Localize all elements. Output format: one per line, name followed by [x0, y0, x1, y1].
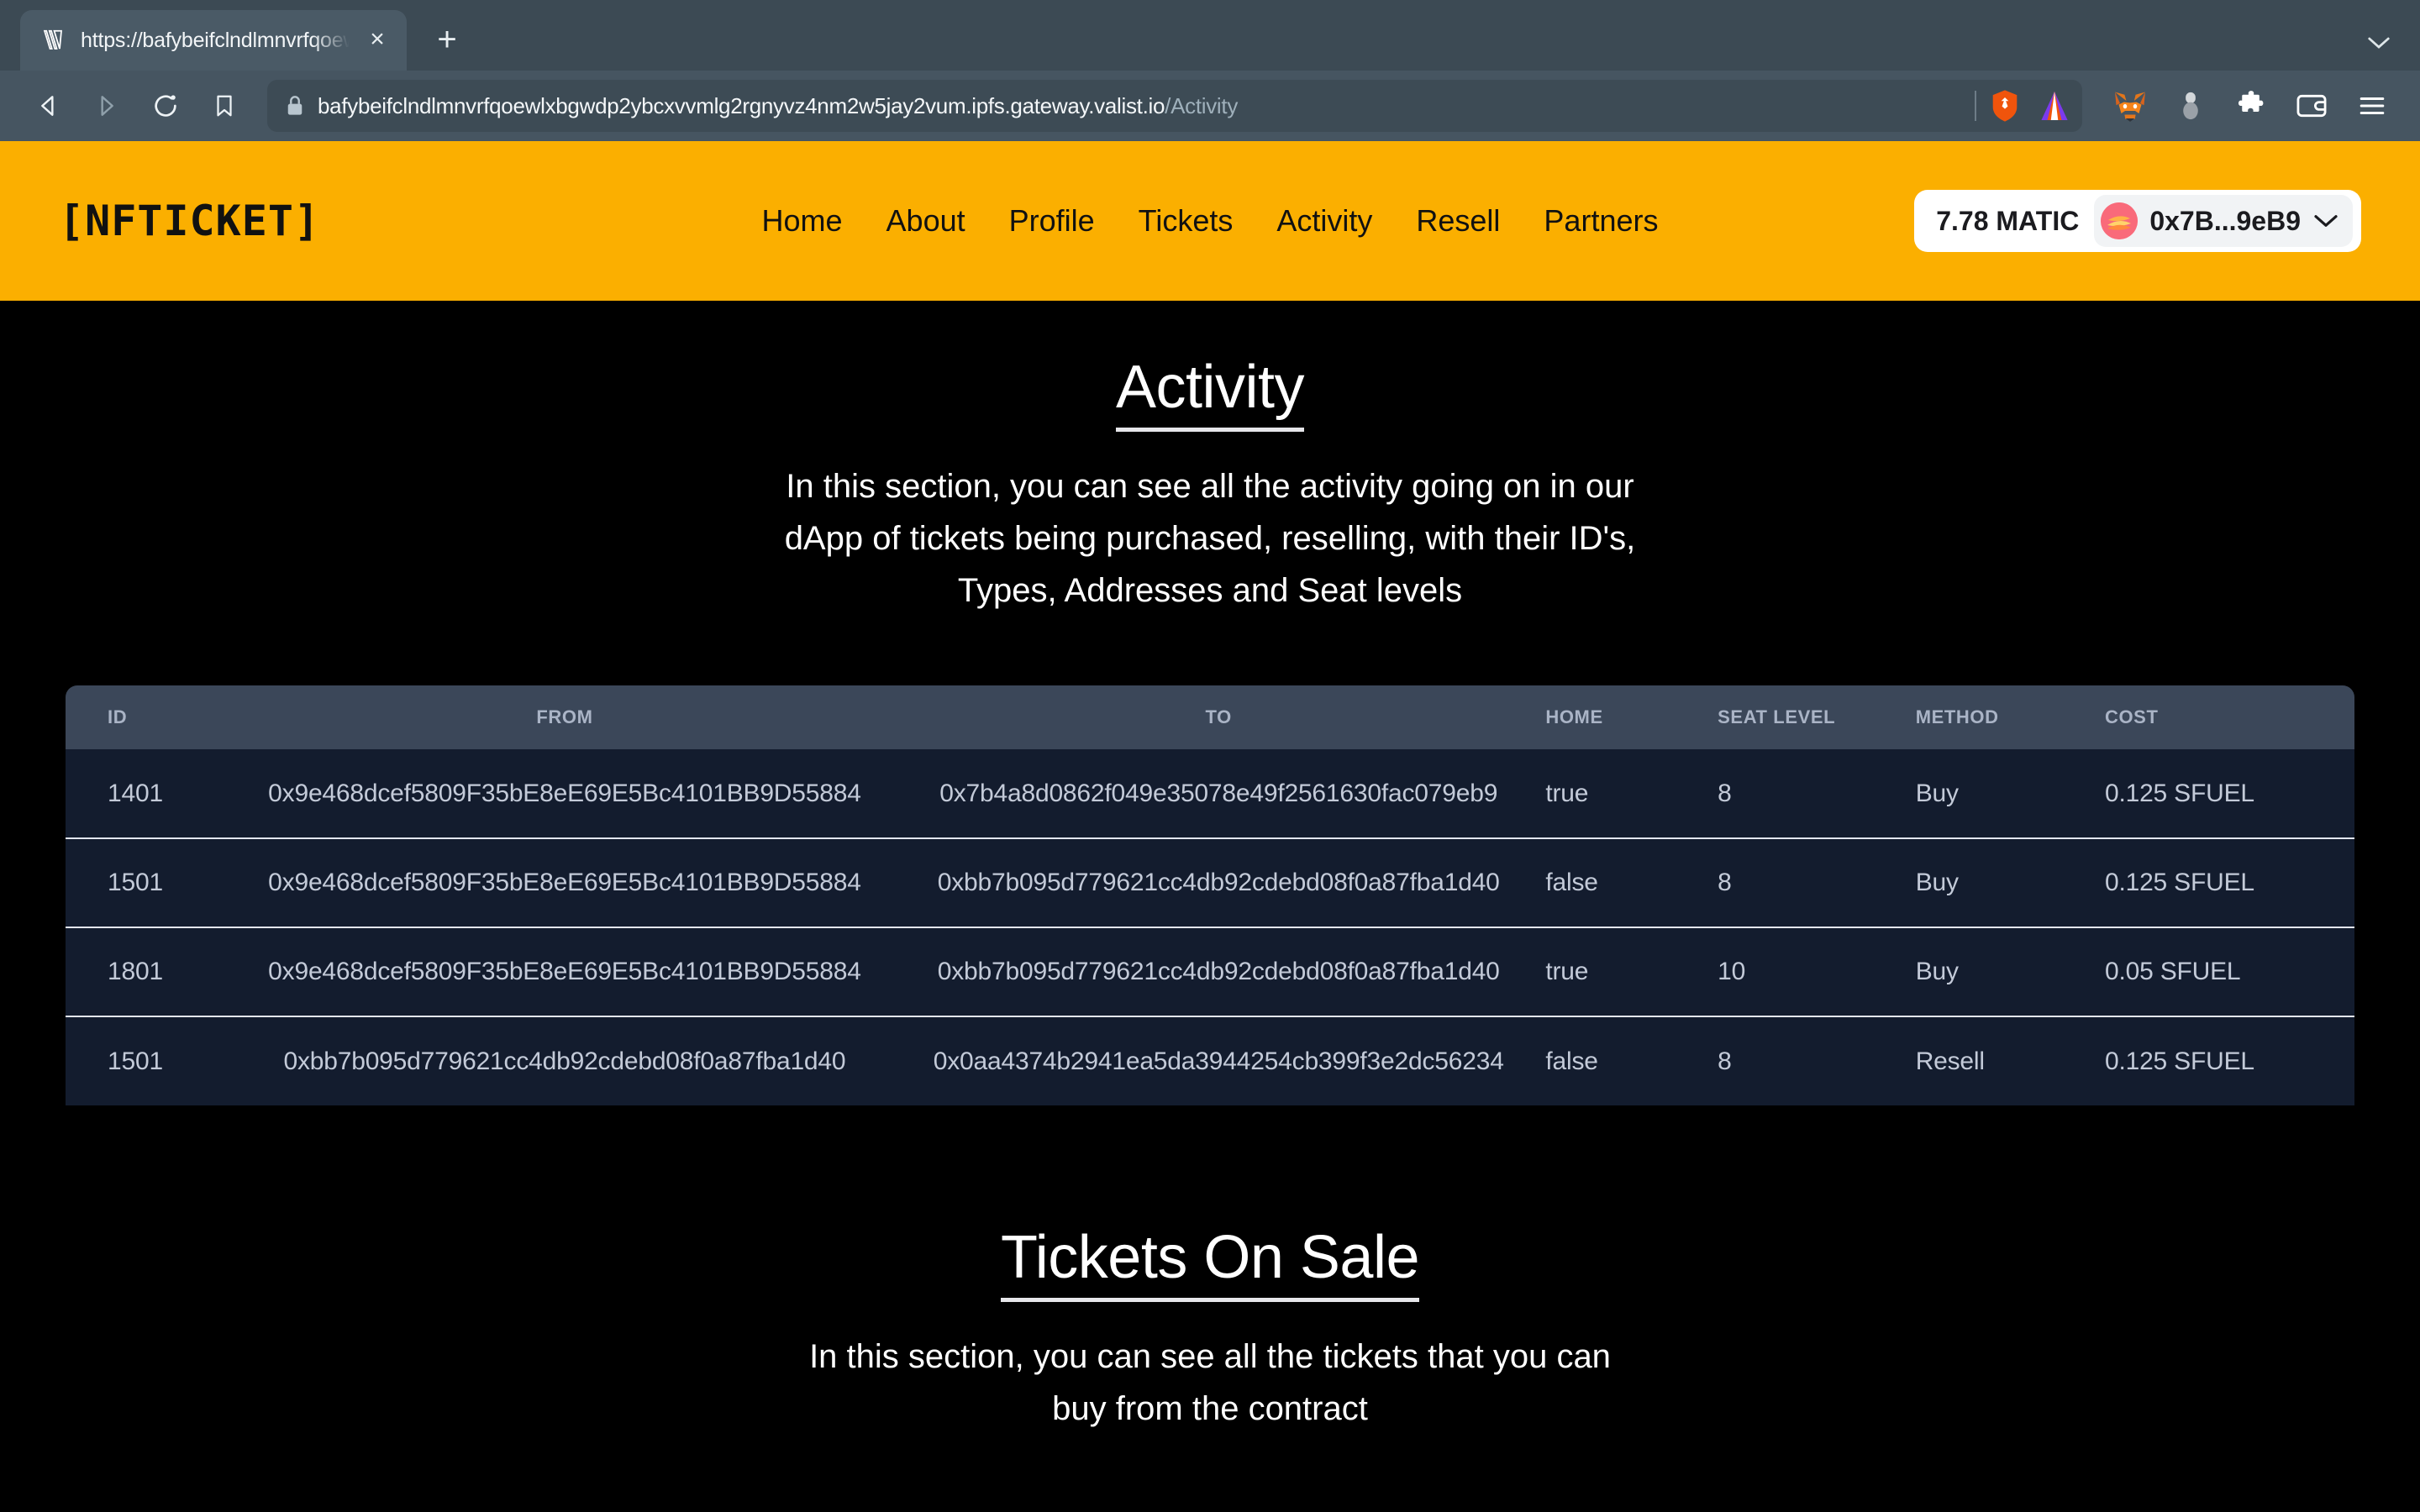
column-header-home[interactable]: HOME: [1545, 685, 1718, 749]
reload-icon[interactable]: [139, 80, 192, 132]
address-bar-url: bafybeifclndlmnvrfqoewlxbgwdp2ybcxvvmlg2…: [318, 93, 1961, 119]
cell-cost: 0.125 SFUEL: [2104, 779, 2254, 807]
column-header-method[interactable]: METHOD: [1916, 685, 2105, 749]
activity-table-element: ID FROM TO HOME SEAT LEVEL METHOD COST 1…: [66, 685, 2354, 1105]
tab-strip: https://bafybeifclndlmnvrfqoew × +: [0, 0, 2420, 71]
cell-seat-level: 8: [1718, 869, 1732, 896]
table-body: 1401 0x9e468dcef5809F35bE8eE69E5Bc4101BB…: [66, 749, 2354, 1105]
cell-home: false: [1545, 869, 1598, 896]
cell-seat-level: 8: [1718, 1047, 1732, 1075]
cell-home: false: [1545, 1047, 1598, 1075]
site-header: [NFTICKET] Home About Profile Tickets Ac…: [0, 141, 2420, 301]
chevron-down-icon[interactable]: [2366, 29, 2391, 57]
chevron-down-icon[interactable]: [2312, 213, 2339, 229]
activity-description: In this section, you can see all the act…: [784, 468, 1636, 609]
cell-from: 0x9e468dcef5809F35bE8eE69E5Bc4101BB9D558…: [268, 779, 861, 807]
brave-leo-icon[interactable]: [2040, 90, 2069, 122]
wallet-account[interactable]: 0x7B...9eB9: [2094, 195, 2353, 247]
back-arrow-icon[interactable]: [22, 80, 74, 132]
activity-title-text: Activity: [1115, 354, 1305, 432]
cell-method: Buy: [1915, 869, 1959, 896]
extensions-puzzle-icon[interactable]: [2225, 80, 2277, 132]
cell-cost: 0.125 SFUEL: [2104, 869, 2254, 896]
tab-title: https://bafybeifclndlmnvrfqoew: [81, 28, 350, 52]
cell-method: Resell: [1915, 1047, 1985, 1075]
avatar: [2101, 202, 2139, 239]
cell-to: 0xbb7b095d779621cc4db92cdebd08f0a87fba1d…: [937, 869, 1500, 896]
address-bar[interactable]: bafybeifclndlmnvrfqoewlxbgwdp2ybcxvvmlg2…: [267, 80, 2082, 132]
nav-link-resell[interactable]: Resell: [1416, 203, 1500, 239]
bookmark-icon[interactable]: [198, 80, 250, 132]
nav-link-partners[interactable]: Partners: [1544, 203, 1658, 239]
wallet-icon[interactable]: [2286, 80, 2338, 132]
column-header-seat-level[interactable]: SEAT LEVEL: [1718, 685, 1916, 749]
sale-title-text: Tickets On Sale: [1000, 1224, 1420, 1302]
nav-link-about[interactable]: About: [886, 203, 965, 239]
cell-to: 0xbb7b095d779621cc4db92cdebd08f0a87fba1d…: [937, 958, 1500, 985]
nav-link-activity[interactable]: Activity: [1276, 203, 1372, 239]
table-row[interactable]: 1801 0x9e468dcef5809F35bE8eE69E5Bc4101BB…: [66, 927, 2354, 1016]
tab-close-icon[interactable]: ×: [363, 26, 392, 55]
cell-from: 0xbb7b095d779621cc4db92cdebd08f0a87fba1d…: [283, 1047, 846, 1075]
browser-navigation-bar: bafybeifclndlmnvrfqoewlxbgwdp2ybcxvvmlg2…: [0, 71, 2420, 141]
table-head: ID FROM TO HOME SEAT LEVEL METHOD COST: [66, 685, 2354, 749]
nav-link-home[interactable]: Home: [762, 203, 843, 239]
url-host: bafybeifclndlmnvrfqoewlxbgwdp2ybcxvvmlg2…: [318, 92, 1165, 118]
cell-to: 0x0aa4374b2941ea5da3944254cb399f3e2dc562…: [933, 1047, 1504, 1075]
cell-cost: 0.05 SFUEL: [2104, 958, 2241, 985]
page-body: Activity In this section, you can see al…: [0, 301, 2420, 1468]
table-row[interactable]: 1501 0x9e468dcef5809F35bE8eE69E5Bc4101BB…: [66, 838, 2354, 927]
valist-v-icon: [39, 26, 67, 55]
table-row[interactable]: 1501 0xbb7b095d779621cc4db92cdebd08f0a87…: [66, 1016, 2354, 1105]
wallet-widget[interactable]: 7.78 MATIC 0x7B...9eB9: [1914, 190, 2361, 252]
hamburger-menu-icon[interactable]: [2346, 80, 2398, 132]
metamask-fox-icon[interactable]: [2104, 80, 2156, 132]
cell-id: 1401: [108, 779, 163, 807]
sale-title: Tickets On Sale: [0, 1223, 2420, 1302]
cell-method: Buy: [1915, 958, 1959, 985]
cell-from: 0x9e468dcef5809F35bE8eE69E5Bc4101BB9D558…: [268, 869, 861, 896]
browser-chrome: https://bafybeifclndlmnvrfqoew × + bafyb…: [0, 0, 2420, 141]
wallet-address: 0x7B...9eB9: [2149, 205, 2301, 236]
activity-table: ID FROM TO HOME SEAT LEVEL METHOD COST 1…: [66, 685, 2354, 1105]
omnibox-divider: [1975, 91, 1976, 121]
new-tab-button[interactable]: +: [422, 15, 472, 66]
table-header-row: ID FROM TO HOME SEAT LEVEL METHOD COST: [66, 685, 2354, 749]
nav-link-tickets[interactable]: Tickets: [1139, 203, 1234, 239]
column-header-id[interactable]: ID: [66, 685, 238, 749]
activity-section: Activity In this section, you can see al…: [0, 353, 2420, 1105]
cell-to: 0x7b4a8d0862f049e35078e49f2561630fac079e…: [939, 779, 1498, 807]
cell-id: 1501: [108, 1047, 163, 1075]
forward-arrow-icon: [81, 80, 133, 132]
url-path: /Activity: [1165, 92, 1239, 118]
cell-from: 0x9e468dcef5809F35bE8eE69E5Bc4101BB9D558…: [268, 958, 861, 985]
cell-id: 1801: [108, 958, 163, 985]
column-header-from[interactable]: FROM: [238, 685, 892, 749]
column-header-cost[interactable]: COST: [2105, 685, 2354, 749]
column-header-to[interactable]: TO: [892, 685, 1545, 749]
sale-description: In this section, you can see all the tic…: [809, 1338, 1611, 1427]
table-row[interactable]: 1401 0x9e468dcef5809F35bE8eE69E5Bc4101BB…: [66, 749, 2354, 838]
page-title: Activity: [0, 353, 2420, 432]
cell-method: Buy: [1915, 779, 1959, 807]
cell-home: true: [1545, 779, 1589, 807]
wallet-balance: 7.78 MATIC: [1936, 205, 2080, 236]
brave-shields-icon[interactable]: [1990, 89, 2020, 123]
cell-cost: 0.125 SFUEL: [2104, 1047, 2254, 1075]
browser-tab[interactable]: https://bafybeifclndlmnvrfqoew ×: [20, 10, 407, 71]
brand-logo[interactable]: [NFTICKET]: [59, 197, 320, 245]
cell-seat-level: 8: [1718, 779, 1732, 807]
cell-id: 1501: [108, 869, 163, 896]
nav-link-profile[interactable]: Profile: [1009, 203, 1095, 239]
browser-toolbar-right: [2089, 80, 2398, 132]
tickets-on-sale-section: Tickets On Sale In this section, you can…: [0, 1223, 2420, 1468]
lock-icon: [286, 95, 304, 117]
wallet-badge-icon[interactable]: [2165, 80, 2217, 132]
cell-seat-level: 10: [1718, 958, 1746, 985]
cell-home: true: [1545, 958, 1589, 985]
